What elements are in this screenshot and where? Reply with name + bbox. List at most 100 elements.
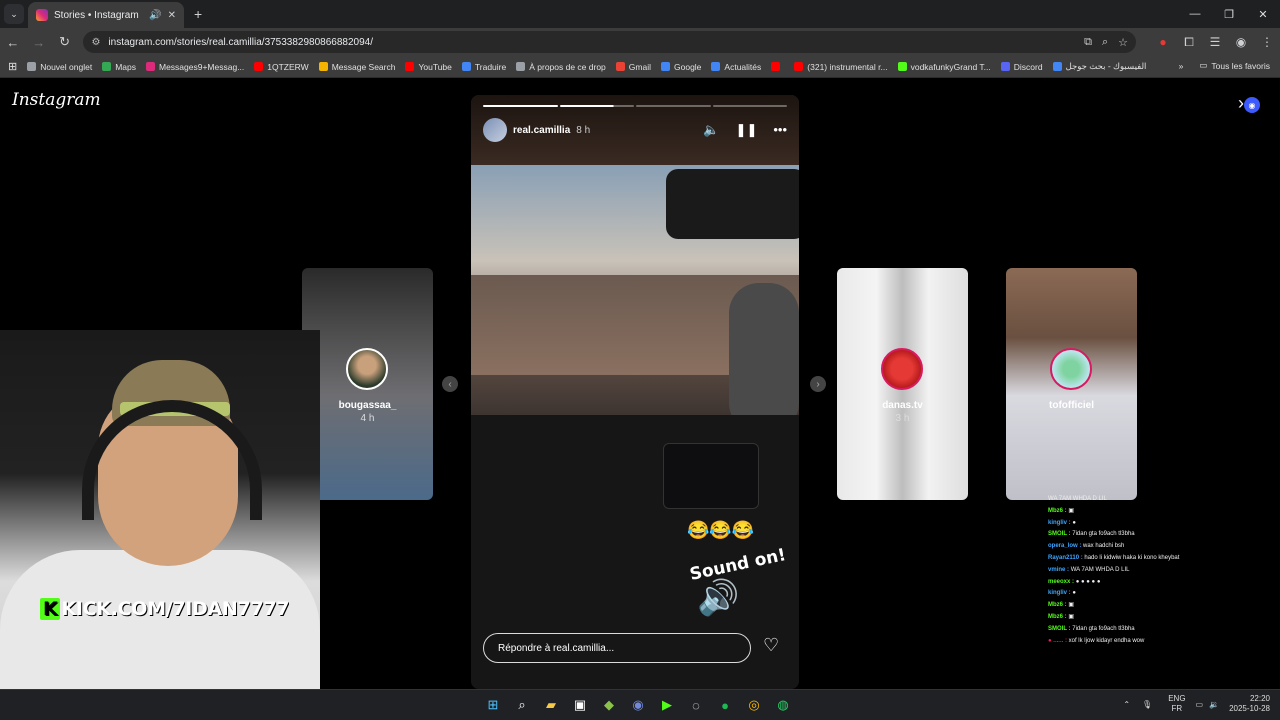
- close-window-button[interactable]: ✕: [1246, 0, 1280, 28]
- restore-button[interactable]: ❐: [1212, 0, 1246, 28]
- volume-icon[interactable]: 🔈: [703, 122, 719, 138]
- forward-icon[interactable]: →: [26, 29, 52, 55]
- zoom-icon[interactable]: ⌕: [1102, 36, 1108, 49]
- bookmark-label: 1QTZERW: [267, 61, 309, 72]
- chat-message: kingliv : ●: [1048, 588, 1280, 600]
- story-preview-danas[interactable]: danas.tv 3 h: [837, 268, 968, 500]
- tab-title: Stories • Instagram: [54, 9, 139, 21]
- language-primary: ENG: [1168, 694, 1186, 703]
- tab-instagram-stories[interactable]: Stories • Instagram 🔊 ✕: [28, 2, 184, 28]
- chat-username: Mbz6 :: [1048, 507, 1067, 514]
- site-info-icon[interactable]: ⚙: [91, 37, 100, 48]
- story-preview-tofofficiel[interactable]: tofofficiel: [1006, 268, 1137, 500]
- bookmark-item[interactable]: Message Search: [318, 61, 395, 72]
- install-app-icon[interactable]: ⧉: [1084, 36, 1092, 49]
- more-options-icon[interactable]: •••: [773, 122, 787, 138]
- chat-text: ▣: [1068, 507, 1075, 514]
- tab-close-icon[interactable]: ✕: [168, 10, 176, 21]
- bookmark-label: Gmail: [628, 61, 651, 72]
- floating-extension-icon[interactable]: ◉: [1244, 97, 1260, 113]
- preview-username: tofofficiel: [1049, 400, 1094, 411]
- chrome-icon[interactable]: ◎: [745, 696, 763, 714]
- next-story-icon[interactable]: ›: [810, 376, 826, 392]
- discord-icon[interactable]: ◉: [629, 696, 647, 714]
- language-indicator[interactable]: ENG FR: [1168, 694, 1185, 714]
- bookmark-item[interactable]: Google: [661, 61, 701, 72]
- chat-message: Mbz6 : ▣: [1048, 612, 1280, 624]
- spotify-icon[interactable]: ●: [716, 696, 734, 714]
- tab-search-button[interactable]: ⌄: [4, 4, 24, 24]
- back-icon[interactable]: ←: [0, 29, 26, 55]
- reload-icon[interactable]: ↻: [52, 29, 78, 55]
- bookmark-item[interactable]: Maps: [102, 61, 136, 72]
- extension-icon[interactable]: ●: [1150, 35, 1176, 50]
- bookmarks-overflow-icon[interactable]: »: [1179, 61, 1184, 71]
- bluestacks-icon[interactable]: ◆: [600, 696, 618, 714]
- volume-tray-icon[interactable]: 🔉: [1209, 700, 1219, 709]
- active-story[interactable]: real.camillia 8 h 🔈 ❚❚ ••• 😂😂😂 Sound on!…: [471, 95, 799, 689]
- previous-story-icon[interactable]: ‹: [442, 376, 458, 392]
- new-tab-button[interactable]: +: [194, 6, 202, 22]
- all-bookmarks-link[interactable]: Tous les favoris: [1211, 61, 1270, 71]
- tab-audio-icon[interactable]: 🔊: [149, 10, 161, 21]
- bookmark-item[interactable]: (321) instrumental r...: [794, 61, 888, 72]
- bookmark-label: YouTube: [418, 61, 452, 72]
- bookmark-label: Discord: [1013, 61, 1043, 72]
- windows-start-icon[interactable]: ⊞: [484, 696, 502, 714]
- instagram-logo[interactable]: Instagram: [12, 90, 101, 110]
- bookmark-label: À propos de ce drop: [529, 61, 606, 72]
- bookmark-favicon-icon: [711, 62, 721, 71]
- system-clock[interactable]: 22:20 2025-10-28: [1229, 694, 1270, 714]
- chat-username: kingliv :: [1048, 590, 1071, 597]
- bookmark-favicon-icon: [661, 62, 670, 71]
- search-icon[interactable]: ⌕: [513, 696, 531, 714]
- clock-app-icon[interactable]: ◌: [687, 696, 705, 714]
- pause-icon[interactable]: ❚❚: [736, 122, 758, 138]
- reading-list-icon[interactable]: ☰: [1202, 35, 1228, 50]
- chat-message: WA 7AM WHDA D LIL: [1048, 494, 1280, 506]
- profile-avatar-icon[interactable]: ◉: [1228, 35, 1254, 50]
- like-heart-icon[interactable]: ♡: [763, 635, 779, 656]
- bookmark-item[interactable]: Gmail: [615, 61, 651, 72]
- microphone-icon[interactable]: 🎙: [1142, 700, 1152, 709]
- bookmark-item[interactable]: YouTube: [405, 61, 452, 72]
- clock-time: 22:20: [1249, 694, 1270, 703]
- bookmark-favicon-icon: [405, 62, 415, 71]
- chat-username: Mbz6 :: [1048, 602, 1067, 609]
- url-text[interactable]: instagram.com/stories/real.camillia/3753…: [108, 37, 1074, 48]
- bookmark-item[interactable]: الفيسبوك - بحث جوجل: [1052, 61, 1146, 72]
- menu-kebab-icon[interactable]: ⋮: [1254, 35, 1280, 50]
- story-username[interactable]: real.camillia: [513, 125, 570, 136]
- kick-app-icon[interactable]: ▶: [658, 696, 676, 714]
- chat-text: ●: [1072, 519, 1076, 526]
- stream-chat-overlay: WA 7AM WHDA D LIL Mbz6 : ▣ kingliv : ● SMOI…: [1048, 494, 1280, 647]
- bookmark-item[interactable]: [771, 61, 784, 72]
- bookmark-item[interactable]: Traduire: [461, 61, 506, 72]
- bookmark-label: (321) instrumental r...: [807, 61, 888, 72]
- preview-username: danas.tv: [882, 400, 923, 411]
- minimize-button[interactable]: —: [1178, 0, 1212, 28]
- file-explorer-icon[interactable]: ▰: [542, 696, 560, 714]
- reply-input[interactable]: Répondre à real.camillia...: [483, 633, 751, 663]
- bookmark-item[interactable]: Actualités: [711, 61, 761, 72]
- bookmark-star-icon[interactable]: ☆: [1118, 36, 1128, 49]
- preview-username: bougassaa_: [338, 400, 397, 411]
- story-progress-bars: [483, 105, 787, 107]
- address-bar[interactable]: ⚙ instagram.com/stories/real.camillia/37…: [83, 31, 1136, 53]
- bookmark-item[interactable]: vodkafunkyGrand T...: [897, 61, 991, 72]
- puzzle-extensions-icon[interactable]: ⧠: [1176, 35, 1202, 50]
- tray-overflow-icon[interactable]: ⌃: [1123, 700, 1130, 709]
- story-preview-bougassaa[interactable]: bougassaa_ 4 h: [302, 268, 433, 500]
- bookmark-item[interactable]: 1QTZERW: [254, 61, 309, 72]
- apps-grid-icon[interactable]: ⊞: [8, 60, 17, 73]
- chat-text: 7idan gta fo9ach tl3bha: [1072, 531, 1135, 538]
- network-icon[interactable]: ▭: [1196, 700, 1204, 709]
- kick-channel-overlay: K KICK.COM/7IDAN7777: [40, 598, 290, 620]
- avatar[interactable]: [483, 118, 507, 142]
- whatsapp-icon[interactable]: ◍: [774, 696, 792, 714]
- bookmark-item[interactable]: Messages9+Messag...: [146, 61, 244, 72]
- store-icon[interactable]: ▣: [571, 696, 589, 714]
- bookmark-item[interactable]: Nouvel onglet: [27, 61, 92, 72]
- bookmark-item[interactable]: À propos de ce drop: [516, 61, 606, 72]
- bookmark-item[interactable]: Discord: [1000, 61, 1043, 72]
